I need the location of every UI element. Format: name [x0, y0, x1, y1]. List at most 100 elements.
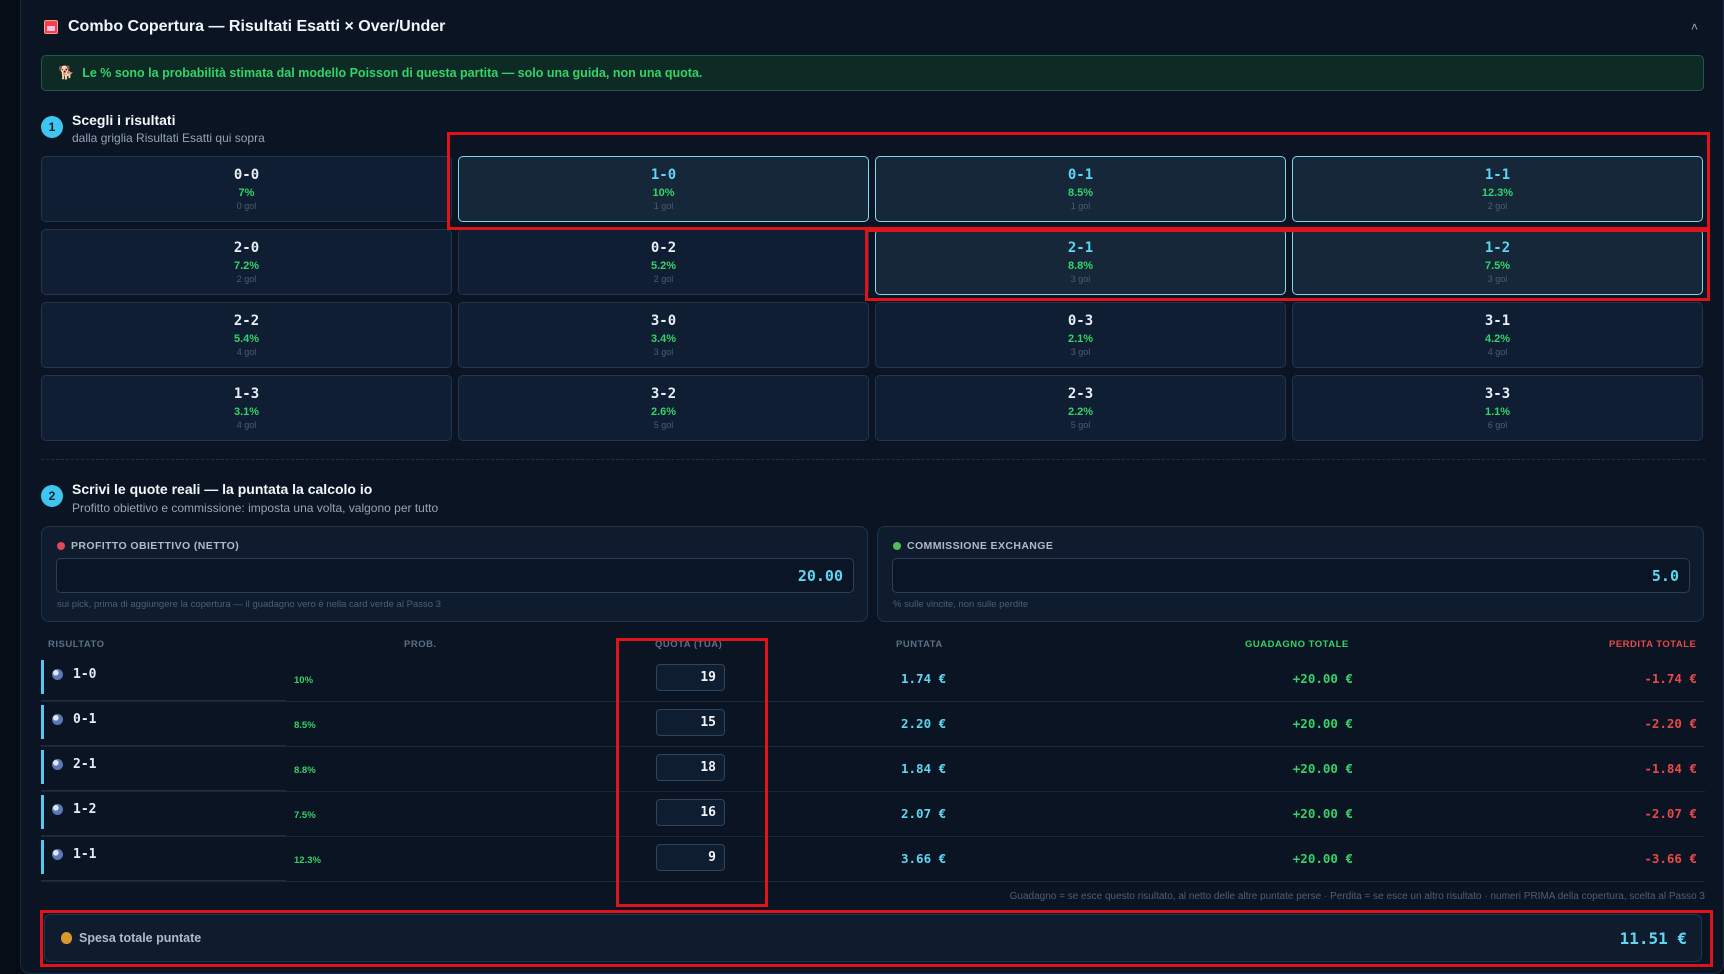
football-icon	[52, 669, 63, 680]
score-goals: 0 gol	[236, 201, 257, 211]
row-probability: 7.5%	[294, 810, 316, 821]
score-goals: 3 gol	[1070, 347, 1091, 357]
table-row: 2-1 8.8% 1.84 € +20.00 € -1.84 €	[41, 747, 1705, 792]
score-probability: 8.5%	[1067, 187, 1094, 199]
row-gain: +20.00 €	[1292, 806, 1353, 821]
row-probability: 8.8%	[294, 765, 316, 776]
score-label: 3-0	[650, 313, 677, 329]
row-accent-bar	[41, 795, 44, 829]
result-cell: 0-1	[41, 702, 286, 746]
row-stake: 2.07 €	[901, 806, 947, 821]
row-gain: +20.00 €	[1292, 716, 1353, 731]
score-goals: 5 gol	[1070, 420, 1091, 430]
football-icon	[52, 759, 63, 770]
target-profit-field[interactable]	[56, 558, 854, 593]
leaf-icon	[893, 542, 901, 550]
commission-input[interactable]	[893, 566, 1679, 585]
step-2-badge: 2	[41, 485, 63, 507]
score-cell-1-3[interactable]: 1-3 3.1% 4 gol	[41, 375, 452, 441]
score-goals: 1 gol	[653, 201, 674, 211]
step-1-badge: 1	[41, 116, 63, 138]
odds-field[interactable]	[656, 844, 725, 871]
score-goals: 4 gol	[236, 347, 257, 357]
score-cell-3-3[interactable]: 3-3 1.1% 6 gol	[1292, 375, 1703, 441]
score-cell-1-2[interactable]: 1-2 7.5% 3 gol	[1292, 229, 1703, 295]
score-cell-2-1[interactable]: 2-1 8.8% 3 gol	[875, 229, 1286, 295]
score-probability: 7%	[238, 187, 255, 199]
row-gain: +20.00 €	[1292, 761, 1353, 776]
score-probability: 4.2%	[1484, 333, 1511, 345]
score-probability: 3.1%	[233, 406, 260, 418]
score-cell-0-0[interactable]: 0-0 7% 0 gol	[41, 156, 452, 222]
dog-icon: 🐕	[58, 65, 75, 80]
score-cell-2-0[interactable]: 2-0 7.2% 2 gol	[41, 229, 452, 295]
score-goals: 5 gol	[653, 420, 674, 430]
score-cell-2-3[interactable]: 2-3 2.2% 5 gol	[875, 375, 1286, 441]
row-result: 0-1	[73, 712, 97, 727]
score-cell-1-1[interactable]: 1-1 12.3% 2 gol	[1292, 156, 1703, 222]
target-profit-label: PROFITTO OBIETTIVO (NETTO)	[71, 540, 240, 552]
row-accent-bar	[41, 660, 44, 694]
score-goals: 1 gol	[1070, 201, 1091, 211]
score-goals: 4 gol	[1487, 347, 1508, 357]
total-spend-card: Spesa totale puntate 11.51 €	[44, 914, 1702, 962]
score-goals: 6 gol	[1487, 420, 1508, 430]
row-accent-bar	[41, 750, 44, 784]
score-cell-0-3[interactable]: 0-3 2.1% 3 gol	[875, 302, 1286, 368]
result-cell: 1-2	[41, 792, 286, 836]
result-cell: 1-0	[41, 657, 286, 701]
score-probability: 2.1%	[1067, 333, 1094, 345]
score-label: 3-2	[650, 386, 677, 402]
score-cell-1-0[interactable]: 1-0 10% 1 gol	[458, 156, 869, 222]
commission-hint: % sulle vincite, non sulle perdite	[893, 599, 1029, 610]
row-probability: 10%	[294, 675, 314, 686]
score-cell-0-2[interactable]: 0-2 5.2% 2 gol	[458, 229, 869, 295]
row-loss: -3.66 €	[1644, 851, 1697, 866]
header-gain: GUADAGNO TOTALE	[1245, 639, 1349, 650]
score-label: 3-1	[1484, 313, 1511, 329]
panel-header: Combo Copertura — Risultati Esatti × Ove…	[44, 18, 445, 36]
table-row: 0-1 8.5% 2.20 € +20.00 € -2.20 €	[41, 702, 1705, 747]
score-probability: 8.8%	[1067, 260, 1094, 272]
score-label: 1-0	[650, 167, 677, 183]
target-profit-card: PROFITTO OBIETTIVO (NETTO) sui pick, pri…	[41, 526, 868, 622]
score-goals: 3 gol	[653, 347, 674, 357]
total-spend-label: Spesa totale puntate	[79, 931, 202, 945]
odds-field[interactable]	[656, 799, 725, 826]
calendar-icon	[44, 20, 58, 34]
target-profit-input[interactable]	[57, 566, 843, 585]
result-cell: 2-1	[41, 747, 286, 791]
odds-field[interactable]	[656, 664, 725, 691]
money-bag-icon	[61, 932, 72, 944]
collapse-chevron-icon[interactable]: ˄	[1691, 20, 1698, 34]
odds-field[interactable]	[656, 709, 725, 736]
header-odds: QUOTA (TUA)	[655, 639, 723, 650]
row-stake: 3.66 €	[901, 851, 947, 866]
section-divider	[41, 459, 1705, 460]
score-cell-3-2[interactable]: 3-2 2.6% 5 gol	[458, 375, 869, 441]
football-icon	[52, 804, 63, 815]
score-cell-3-0[interactable]: 3-0 3.4% 3 gol	[458, 302, 869, 368]
target-profit-label-row: PROFITTO OBIETTIVO (NETTO)	[57, 540, 239, 552]
odds-input[interactable]	[657, 850, 716, 865]
score-cell-0-1[interactable]: 0-1 8.5% 1 gol	[875, 156, 1286, 222]
row-loss: -1.74 €	[1644, 671, 1697, 686]
odds-input[interactable]	[657, 805, 716, 820]
score-probability: 5.4%	[233, 333, 260, 345]
score-probability: 2.6%	[650, 406, 677, 418]
odds-input[interactable]	[657, 670, 716, 685]
row-result: 1-0	[73, 667, 97, 682]
table-row: 1-1 12.3% 3.66 € +20.00 € -3.66 €	[41, 837, 1705, 882]
info-banner: 🐕 Le % sono la probabilità stimata dal m…	[41, 55, 1704, 91]
score-grid: 0-0 7% 0 gol 1-0 10% 1 gol 0-1 8.5% 1 gol 1-1 12.3…	[41, 156, 1705, 441]
odds-input[interactable]	[657, 715, 716, 730]
score-goals: 2 gol	[653, 274, 674, 284]
score-cell-2-2[interactable]: 2-2 5.4% 4 gol	[41, 302, 452, 368]
odds-field[interactable]	[656, 754, 725, 781]
commission-field[interactable]	[892, 558, 1690, 593]
row-probability: 8.5%	[294, 720, 316, 731]
score-cell-3-1[interactable]: 3-1 4.2% 4 gol	[1292, 302, 1703, 368]
row-accent-bar	[41, 840, 44, 874]
row-loss: -1.84 €	[1644, 761, 1697, 776]
odds-input[interactable]	[657, 760, 716, 775]
